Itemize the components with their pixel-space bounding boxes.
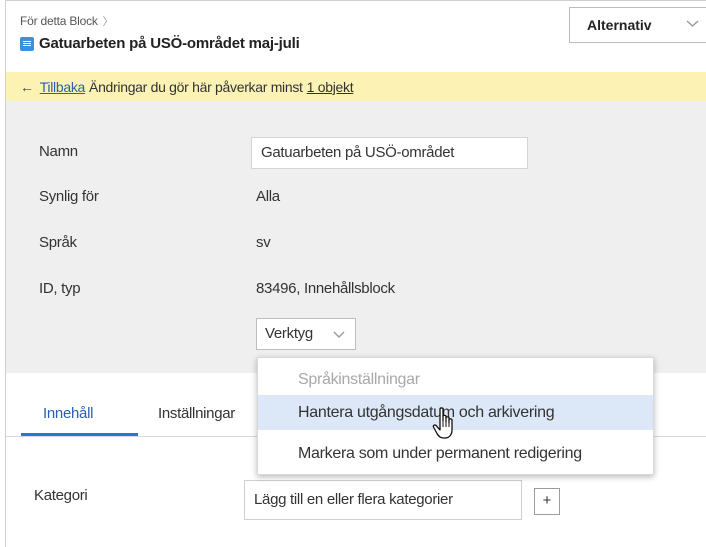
language-value: sv <box>256 234 271 251</box>
options-button-label: Alternativ <box>587 17 652 33</box>
chevron-down-icon <box>686 20 699 27</box>
breadcrumb-label: För detta Block <box>20 14 98 28</box>
notice-text: Ändringar du gör här påverkar minst <box>89 78 303 95</box>
name-input[interactable]: Gatuarbeten på USÖ-området <box>251 137 528 169</box>
header: För detta Block 〉 Gatuarbeten på USÖ-omr… <box>6 1 706 61</box>
id-type-value: 83496, Innehållsblock <box>256 280 395 297</box>
language-label: Språk <box>39 234 77 251</box>
tools-dropdown-button[interactable]: Verktyg <box>256 318 356 350</box>
chevron-right-icon: 〉 <box>99 16 114 28</box>
options-button[interactable]: Alternativ <box>569 7 706 43</box>
hand-pointer-icon <box>432 407 453 439</box>
active-tab-indicator <box>21 433 138 436</box>
breadcrumb[interactable]: För detta Block 〉 <box>20 13 114 29</box>
block-icon <box>20 36 34 51</box>
category-label: Kategori <box>34 487 88 504</box>
tab-content[interactable]: Innehåll <box>43 405 93 422</box>
title-row: Gatuarbeten på USÖ-området maj-juli <box>20 35 300 52</box>
visible-for-label: Synlig för <box>39 188 99 205</box>
id-type-label: ID, typ <box>39 280 81 297</box>
notice-bar: ← Tillbaka Ändringar du gör här påverkar… <box>6 72 706 101</box>
cms-editor-panel: För detta Block 〉 Gatuarbeten på USÖ-omr… <box>5 0 706 547</box>
add-category-button[interactable]: + <box>534 488 560 515</box>
chevron-down-icon <box>333 331 345 338</box>
category-field[interactable]: Lägg till en eller flera kategorier <box>244 480 522 520</box>
visible-for-value[interactable]: Alla <box>256 188 280 205</box>
back-link[interactable]: Tillbaka <box>40 79 86 95</box>
arrow-left-icon: ← <box>20 78 34 95</box>
menu-item-language-settings: Språkinställningar <box>298 371 420 388</box>
tab-settings[interactable]: Inställningar <box>158 405 235 422</box>
name-label: Namn <box>39 143 78 160</box>
objects-link[interactable]: 1 objekt <box>307 79 354 95</box>
page-title: Gatuarbeten på USÖ-området maj-juli <box>39 35 300 52</box>
tools-button-label: Verktyg <box>265 325 313 342</box>
